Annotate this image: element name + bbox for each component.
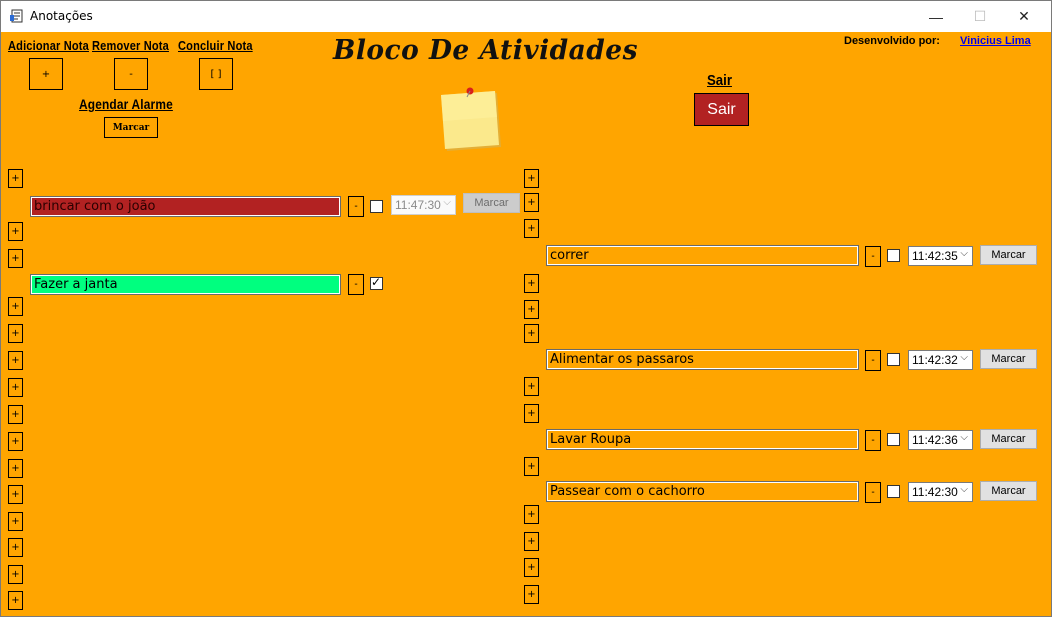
sticky-note-icon bbox=[441, 87, 501, 151]
schedule-alarm-button[interactable]: Marcar bbox=[104, 117, 158, 138]
set-alarm-button[interactable]: Marcar bbox=[980, 481, 1037, 501]
add-note-label: Adicionar Nota bbox=[8, 38, 89, 53]
add-note-slot-button[interactable]: + bbox=[524, 532, 539, 551]
alarm-time-value: 11:47:30 bbox=[395, 198, 441, 212]
remove-note-button[interactable]: - bbox=[348, 196, 364, 217]
add-note-slot-button[interactable]: + bbox=[524, 169, 539, 188]
add-note-slot-button[interactable]: + bbox=[8, 249, 23, 268]
schedule-alarm-label: Agendar Alarme bbox=[79, 96, 173, 112]
developer-label: Desenvolvido por: bbox=[844, 35, 940, 47]
app-window: Anotações — ☐ ✕ Adicionar Nota Remover N… bbox=[0, 0, 1052, 617]
add-note-slot-button[interactable]: + bbox=[8, 459, 23, 478]
chevron-down-icon: ⌵ bbox=[443, 197, 451, 208]
page-title: Bloco De Atividades bbox=[333, 35, 638, 66]
alarm-time-select[interactable]: 11:42:30 ⌵ bbox=[908, 482, 973, 502]
exit-button[interactable]: Sair bbox=[694, 93, 749, 126]
alarm-time-select[interactable]: 11:42:32 ⌵ bbox=[908, 350, 973, 370]
add-note-slot-button[interactable]: + bbox=[8, 378, 23, 397]
remove-note-button[interactable]: - bbox=[865, 350, 881, 371]
notepad-app-icon bbox=[10, 9, 23, 23]
add-note-slot-button[interactable]: + bbox=[8, 485, 23, 504]
minimize-button[interactable]: — bbox=[913, 1, 959, 32]
add-note-slot-button[interactable]: + bbox=[524, 505, 539, 524]
chevron-down-icon: ⌵ bbox=[960, 484, 968, 495]
add-note-slot-button[interactable]: + bbox=[8, 591, 23, 610]
set-alarm-button[interactable]: Marcar bbox=[463, 193, 520, 213]
add-note-slot-button[interactable]: + bbox=[524, 274, 539, 293]
set-alarm-button[interactable]: Marcar bbox=[980, 245, 1037, 265]
complete-checkbox[interactable] bbox=[370, 200, 383, 213]
alarm-time-select[interactable]: 11:47:30 ⌵ bbox=[391, 195, 456, 215]
complete-note-label: Concluir Nota bbox=[178, 38, 253, 53]
main-panel: Adicionar Nota Remover Nota Concluir Not… bbox=[1, 32, 1051, 616]
note-text-field[interactable]: brincar com o joão bbox=[30, 196, 341, 217]
add-note-slot-button[interactable]: + bbox=[524, 324, 539, 343]
alarm-time-value: 11:42:36 bbox=[912, 433, 958, 447]
complete-checkbox[interactable] bbox=[887, 249, 900, 262]
note-text-field[interactable]: Alimentar os passaros bbox=[546, 349, 859, 370]
remove-note-button[interactable]: - bbox=[114, 58, 148, 90]
alarm-time-value: 11:42:30 bbox=[912, 485, 958, 499]
maximize-button[interactable]: ☐ bbox=[957, 1, 1003, 32]
add-note-slot-button[interactable]: + bbox=[524, 193, 539, 212]
note-text-field[interactable]: Lavar Roupa bbox=[546, 429, 859, 450]
note-text-field[interactable]: Passear com o cachorro bbox=[546, 481, 859, 502]
add-note-slot-button[interactable]: + bbox=[8, 324, 23, 343]
add-note-slot-button[interactable]: + bbox=[524, 558, 539, 577]
remove-note-button[interactable]: - bbox=[865, 246, 881, 267]
set-alarm-button[interactable]: Marcar bbox=[980, 349, 1037, 369]
title-bar: Anotações — ☐ ✕ bbox=[1, 1, 1051, 32]
add-note-slot-button[interactable]: + bbox=[524, 404, 539, 423]
add-note-slot-button[interactable]: + bbox=[524, 585, 539, 604]
remove-note-button[interactable]: - bbox=[865, 482, 881, 503]
chevron-down-icon: ⌵ bbox=[960, 352, 968, 363]
add-note-button[interactable]: + bbox=[29, 58, 63, 90]
add-note-slot-button[interactable]: + bbox=[524, 457, 539, 476]
alarm-time-select[interactable]: 11:42:35 ⌵ bbox=[908, 246, 973, 266]
add-note-slot-button[interactable]: + bbox=[8, 512, 23, 531]
add-note-slot-button[interactable]: + bbox=[8, 169, 23, 188]
complete-checkbox[interactable] bbox=[887, 485, 900, 498]
add-note-slot-button[interactable]: + bbox=[8, 432, 23, 451]
remove-note-label: Remover Nota bbox=[92, 38, 169, 53]
complete-checkbox[interactable] bbox=[887, 353, 900, 366]
complete-checkbox-checked[interactable] bbox=[370, 275, 383, 290]
close-button[interactable]: ✕ bbox=[1001, 1, 1047, 32]
complete-checkbox[interactable] bbox=[887, 433, 900, 446]
add-note-slot-button[interactable]: + bbox=[524, 377, 539, 396]
note-text-field[interactable]: Fazer a janta bbox=[30, 274, 341, 295]
add-note-slot-button[interactable]: + bbox=[8, 222, 23, 241]
add-note-slot-button[interactable]: + bbox=[8, 565, 23, 584]
chevron-down-icon: ⌵ bbox=[960, 432, 968, 443]
add-note-slot-button[interactable]: + bbox=[8, 351, 23, 370]
remove-note-button[interactable]: - bbox=[348, 274, 364, 295]
note-text-field[interactable]: correr bbox=[546, 245, 859, 266]
add-note-slot-button[interactable]: + bbox=[524, 219, 539, 238]
window-title: Anotações bbox=[30, 9, 93, 23]
exit-label: Sair bbox=[707, 72, 732, 89]
alarm-time-select[interactable]: 11:42:36 ⌵ bbox=[908, 430, 973, 450]
add-note-slot-button[interactable]: + bbox=[8, 297, 23, 316]
chevron-down-icon: ⌵ bbox=[960, 248, 968, 259]
developer-link[interactable]: Vinicius Lima bbox=[960, 35, 1031, 47]
add-note-slot-button[interactable]: + bbox=[524, 300, 539, 319]
add-note-slot-button[interactable]: + bbox=[8, 538, 23, 557]
set-alarm-button[interactable]: Marcar bbox=[980, 429, 1037, 449]
alarm-time-value: 11:42:32 bbox=[912, 353, 958, 367]
alarm-time-value: 11:42:35 bbox=[912, 249, 958, 263]
remove-note-button[interactable]: - bbox=[865, 430, 881, 451]
add-note-slot-button[interactable]: + bbox=[8, 405, 23, 424]
complete-note-button[interactable]: [ ] bbox=[199, 58, 233, 90]
